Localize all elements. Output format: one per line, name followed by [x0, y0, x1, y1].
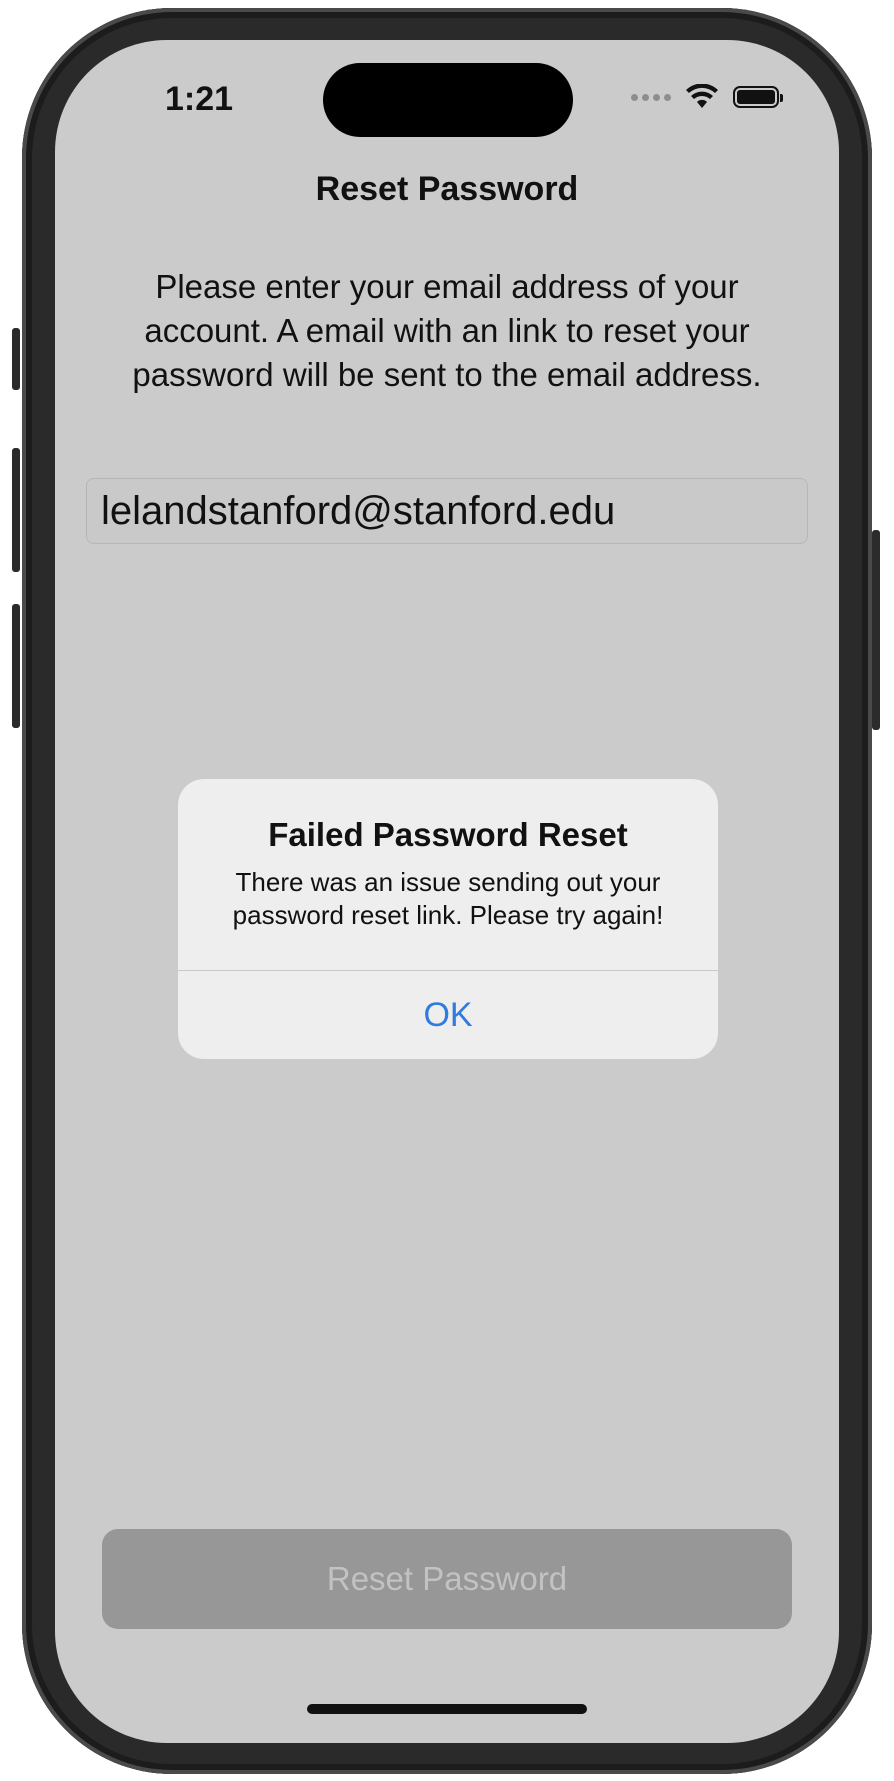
volume-down-button — [12, 604, 20, 728]
wifi-icon — [686, 84, 718, 108]
battery-icon — [733, 86, 783, 108]
home-indicator[interactable] — [307, 1704, 587, 1714]
status-icons — [631, 84, 783, 110]
status-time: 1:21 — [165, 80, 234, 118]
page-title: Reset Password — [315, 170, 579, 208]
app-screen: 1:21 Reset Password Please enter your em… — [55, 40, 839, 1743]
alert-ok-button[interactable]: OK — [178, 971, 718, 1059]
cellular-dots-icon — [631, 93, 671, 101]
reset-password-button[interactable]: Reset Password — [102, 1529, 792, 1629]
alert-title: Failed Password Reset — [268, 816, 628, 853]
volume-up-button — [12, 448, 20, 572]
dynamic-island — [323, 63, 573, 137]
error-alert-dialog: Failed Password Reset There was an issue… — [178, 779, 718, 1059]
silent-switch — [12, 328, 20, 390]
alert-message: There was an issue sending out your pass… — [232, 867, 664, 930]
instructions-text: Please enter your email address of your … — [132, 268, 762, 393]
power-button — [872, 530, 880, 730]
email-field[interactable]: lelandstanford@stanford.edu — [86, 478, 808, 544]
